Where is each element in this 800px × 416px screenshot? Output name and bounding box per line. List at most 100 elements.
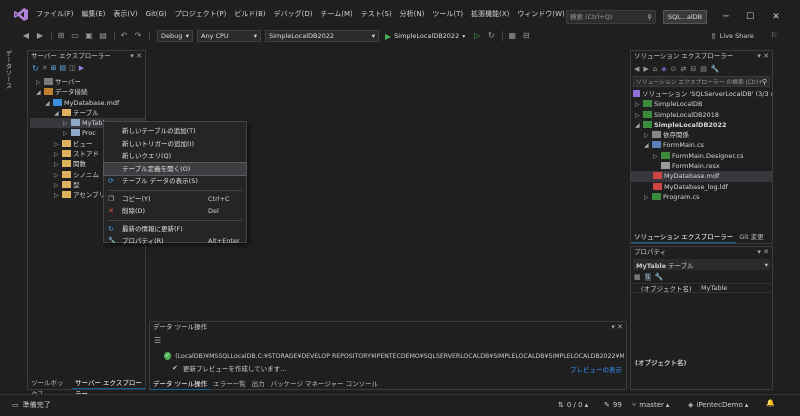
undo-icon[interactable]: ↶	[118, 30, 130, 42]
platform-dropdown[interactable]: Any CPU ▾	[197, 30, 261, 42]
menu-git[interactable]: Git(G)	[142, 0, 171, 28]
forward-icon[interactable]: ▶	[643, 65, 648, 73]
sync-icon[interactable]: ⇄	[681, 65, 687, 73]
panel-options-icon[interactable]: ▾ ✕	[757, 51, 769, 62]
toolbar-misc-icon[interactable]: ▦	[506, 30, 518, 42]
tab-error-list[interactable]: エラー一覧	[210, 379, 249, 390]
tab-git-changes[interactable]: Git 変更	[736, 232, 766, 243]
live-share-button[interactable]: ⇪ Live Share	[710, 30, 754, 42]
feedback-icon[interactable]: ⚐	[768, 30, 780, 42]
status-repo[interactable]: ◈ iPentecDemo ▴	[688, 398, 748, 412]
status-branch[interactable]: ⑂ master ▴	[632, 398, 669, 412]
tab-package-manager-console[interactable]: パッケージ マネージャー コンソール	[268, 379, 382, 390]
connect-db-icon[interactable]: ⊞	[51, 64, 57, 72]
status-updown[interactable]: ⇅ 0 / 0 ▴	[558, 398, 588, 412]
menu-analyze[interactable]: 分析(N)	[396, 0, 429, 28]
menu-item-open-table-definition[interactable]: テーブル定義を開く(O)	[103, 161, 247, 176]
maximize-icon[interactable]: ☐	[740, 8, 760, 26]
clear-icon[interactable]: ☰	[154, 336, 161, 345]
forward-icon[interactable]: ▶	[34, 30, 46, 42]
back-icon[interactable]: ◀	[20, 30, 32, 42]
tree-item-program[interactable]: ▷ Program.cs	[631, 192, 772, 202]
menu-item-properties[interactable]: 🔧 プロパティ(R) Alt+Enter	[104, 235, 246, 248]
preview-link[interactable]: プレビューの表示	[570, 364, 622, 374]
close-icon[interactable]: ✕	[766, 8, 786, 26]
tree-item-mydatabase-mdf[interactable]: MyDatabase.mdf	[631, 171, 772, 182]
menu-extensions[interactable]: 拡張機能(X)	[467, 0, 513, 28]
menu-item-new-query[interactable]: 新しいクエリ(Q)	[104, 150, 246, 163]
sharepoint-icon[interactable]: ▶	[79, 64, 84, 72]
azure-icon[interactable]: ◫	[69, 64, 76, 72]
tree-item-project-simplelocaldb2022[interactable]: ◢ SimpleLocalDB2022	[631, 120, 772, 130]
tree-item-dependencies[interactable]: ▷ 依存関係	[631, 130, 772, 140]
save-all-icon[interactable]: ▤	[97, 30, 109, 42]
tree-item-solution[interactable]: ソリューション 'SQLServerLocalDB' (3/3 のプロジ	[631, 89, 772, 99]
tab-toolbox[interactable]: ツールボックス	[28, 378, 72, 398]
alphabetical-icon[interactable]: ⇅	[644, 273, 651, 281]
menu-tools[interactable]: ツール(T)	[428, 0, 467, 28]
menu-item-delete[interactable]: ✕ 削除(D) Del	[104, 205, 246, 218]
menu-edit[interactable]: 編集(E)	[78, 0, 110, 28]
solution-name-badge[interactable]: SQL...alDB	[663, 10, 707, 24]
menu-view[interactable]: 表示(V)	[109, 0, 141, 28]
properties-object-selector[interactable]: MyTable テーブル ▾	[633, 259, 770, 270]
startup-project-dropdown[interactable]: SimpleLocalDB2022 ▾	[265, 30, 379, 42]
menu-build[interactable]: ビルド(B)	[230, 0, 269, 28]
connect-server-icon[interactable]: ▤	[59, 64, 66, 72]
panel-options-icon[interactable]: ▾ ✕	[130, 51, 142, 62]
run-button[interactable]: ▶ SimpleLocalDB2022 ▾	[385, 30, 465, 42]
toolbar-misc2-icon[interactable]: ⊟	[520, 30, 532, 42]
panel-options-icon[interactable]: ▾ ✕	[757, 247, 769, 258]
tab-server-explorer[interactable]: サーバー エクスプローラー	[72, 378, 145, 398]
stop-icon[interactable]: ✕	[42, 64, 48, 72]
menu-file[interactable]: ファイル(F)	[32, 0, 78, 28]
vs-logo-icon[interactable]	[14, 8, 28, 21]
tree-item-mydatabase[interactable]: ◢ MyDatabase.mdf	[30, 98, 145, 108]
tree-item-formmain[interactable]: ◢ FormMain.cs	[631, 140, 772, 150]
tree-item-project-simplelocaldb2018[interactable]: ▷ SimpleLocalDB2018	[631, 110, 772, 120]
properties-icon[interactable]: 🔧	[711, 65, 720, 73]
categorized-icon[interactable]: ▦	[634, 273, 641, 281]
run-without-debug-icon[interactable]: ▷	[471, 30, 483, 42]
tab-output[interactable]: 出力	[249, 379, 268, 390]
menu-test[interactable]: テスト(S)	[357, 0, 396, 28]
panel-options-icon[interactable]: ▾ ✕	[611, 322, 623, 333]
tree-item-tables[interactable]: ◢ テーブル	[30, 108, 145, 118]
show-all-files-icon[interactable]: ▤	[700, 65, 707, 73]
tree-item-mydatabase-log[interactable]: MyDatabase_log.ldf	[631, 182, 772, 192]
data-sources-side-tab[interactable]: データソース	[3, 50, 13, 89]
tree-item-project-simplelocaldb[interactable]: ▷ SimpleLocalDB	[631, 99, 772, 109]
collapse-all-icon[interactable]: ⊟	[690, 65, 696, 73]
menu-debug[interactable]: デバッグ(D)	[270, 0, 317, 28]
menu-window[interactable]: ウィンドウ(W)	[513, 0, 568, 28]
solution-search-input[interactable]: ソリューション エクスプローラー の検索 (Ctrl+;) ⚲	[633, 76, 770, 87]
menu-item-refresh[interactable]: ↻ 最新の情報に更新(F)	[104, 223, 246, 236]
home-icon[interactable]: ⌂	[653, 65, 657, 73]
tab-solution-explorer[interactable]: ソリューション エクスプローラー	[631, 232, 737, 243]
tree-item-formmain-resx[interactable]: FormMain.resx	[631, 161, 772, 171]
tab-data-tools[interactable]: データ ツール操作	[150, 379, 211, 390]
menu-item-show-table-data[interactable]: ⟳ テーブル データの表示(S)	[104, 175, 246, 188]
tree-item-servers[interactable]: ▷ サーバー	[30, 77, 145, 87]
property-row[interactable]: (オブジェクト名) MyTable	[631, 283, 772, 293]
back-icon[interactable]: ◀	[634, 65, 639, 73]
tree-item-data-connections[interactable]: ◢ データ接続	[30, 87, 145, 97]
switch-views-icon[interactable]: ◈	[661, 65, 666, 73]
config-dropdown[interactable]: Debug ▾	[157, 30, 193, 42]
status-pending[interactable]: ✎ 99	[604, 398, 622, 412]
tree-item-formmain-designer[interactable]: ▷ FormMain.Designer.cs	[631, 151, 772, 161]
redo-icon[interactable]: ↷	[132, 30, 144, 42]
save-icon[interactable]: ▣	[83, 30, 95, 42]
minimize-icon[interactable]: ─	[716, 8, 736, 26]
hot-reload-icon[interactable]: ↻	[485, 30, 497, 42]
menu-item-add-trigger[interactable]: 新しいトリガーの追加(I)	[104, 138, 246, 151]
menu-team[interactable]: チーム(M)	[316, 0, 356, 28]
property-pages-icon[interactable]: 🔧	[655, 273, 664, 281]
menu-item-add-table[interactable]: 新しいテーブルの追加(T)	[104, 125, 246, 138]
notification-bell-icon[interactable]: 🔔	[766, 399, 775, 407]
menu-project[interactable]: プロジェクト(P)	[171, 0, 231, 28]
new-item-icon[interactable]: ⊞	[55, 30, 67, 42]
search-input[interactable]: 検索 (Ctrl+Q) ⚲	[566, 10, 656, 24]
refresh-icon[interactable]: ↻	[32, 64, 39, 73]
menu-item-copy[interactable]: ❐ コピー(Y) Ctrl+C	[104, 193, 246, 206]
